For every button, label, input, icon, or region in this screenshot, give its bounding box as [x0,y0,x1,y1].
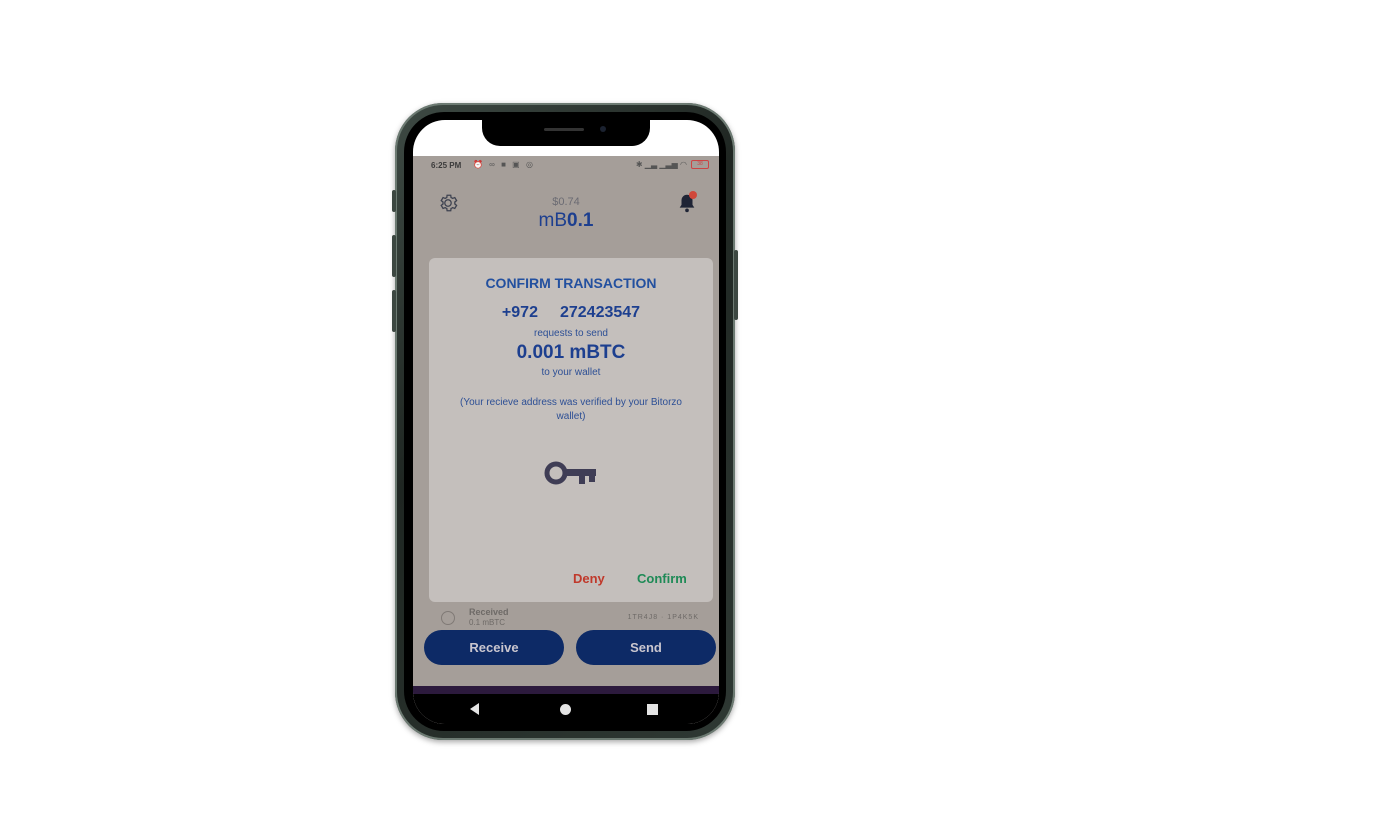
status-bar: 6:25 PM ⏰ ∞ ■ ▣ ◎ ✱ ▁▃ ▁▃▅ ◠ 38 [413,156,719,176]
balance-usd: $0.74 [552,196,580,208]
speaker-grille [544,128,584,131]
phone-power-button [734,250,738,320]
battery-icon: 38 [691,160,709,169]
bottom-strip [413,686,719,694]
phone-volume-down-button [392,290,396,332]
request-amount: 0.001 mBTC [516,342,626,363]
transaction-row[interactable]: Received 0.1 mBTC 1TR4J8 · 1P4K5K [413,602,719,628]
recent-apps-icon[interactable] [647,704,658,715]
phone-number: 272423547 [559,304,641,321]
back-icon[interactable] [470,703,479,715]
phone-notch [482,120,650,146]
key-icon [544,461,596,485]
notification-badge [689,191,697,199]
phone-volume-up-button [392,235,396,277]
balance-amount: 0.1 [567,210,594,231]
requests-text: requests to send [534,328,608,339]
android-nav-bar [413,694,719,724]
country-code: +972 [501,304,538,321]
to-wallet-text: to your wallet [541,367,601,378]
confirm-button[interactable]: Confirm [637,571,687,586]
dialog-title: CONFIRM TRANSACTION [485,275,657,291]
received-icon [441,611,455,625]
transaction-label: Received [469,607,509,617]
phone-screen: 6:25 PM ⏰ ∞ ■ ▣ ◎ ✱ ▁▃ ▁▃▅ ◠ 38 $0.74 mB… [413,120,719,724]
verification-note: (Your recieve address was verified by yo… [460,397,682,422]
requester-phone: +972 272423547 [429,304,713,322]
deny-button[interactable]: Deny [573,571,605,586]
send-button[interactable]: Send [576,630,716,665]
phone-mute-switch [392,190,396,212]
status-time: 6:25 PM [431,161,462,170]
home-icon[interactable] [560,704,571,715]
balance-unit: mB [538,210,568,231]
transaction-meta: 1TR4J8 · 1P4K5K [627,614,699,621]
balance-btc: mB0.1 [413,210,719,232]
wallet-app: 6:25 PM ⏰ ∞ ■ ▣ ◎ ✱ ▁▃ ▁▃▅ ◠ 38 $0.74 mB… [413,156,719,724]
front-camera [600,126,606,132]
status-system-icons: ✱ ▁▃ ▁▃▅ ◠ 38 [636,160,709,169]
transaction-amount: 0.1 mBTC [469,618,506,627]
signal-wifi-icons: ✱ ▁▃ ▁▃▅ ◠ [635,160,687,169]
status-notification-icons: ⏰ ∞ ■ ▣ ◎ [473,160,535,169]
confirm-transaction-dialog: CONFIRM TRANSACTION +972 272423547 reques… [429,258,713,602]
receive-button[interactable]: Receive [424,630,564,665]
